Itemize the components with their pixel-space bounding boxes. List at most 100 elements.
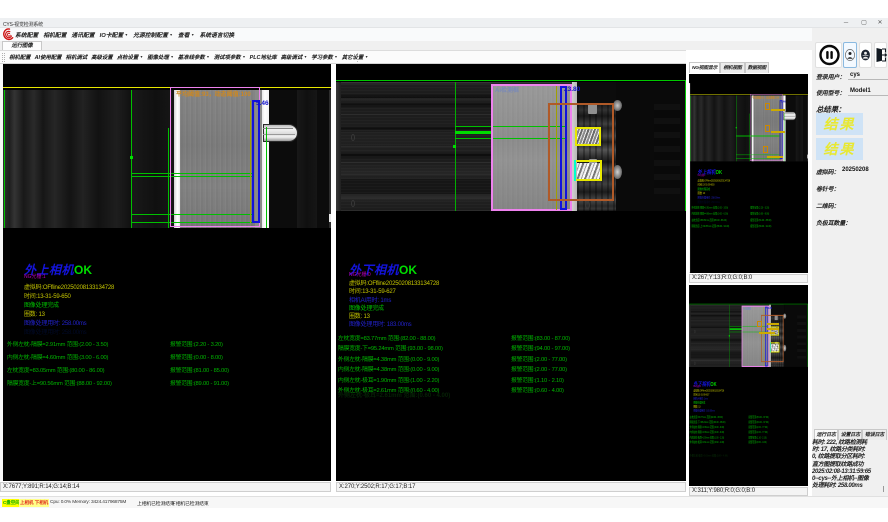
ng-annotation-mark (771, 131, 785, 133)
camera-panel-lower[interactable]: AI检测框 23.80 外下相机OK NG光栅:0 虚拟码:OFfline202… (336, 64, 686, 481)
status-xy-thumb-upper: X:267;Y:13;R:0;G:0;B:0 (689, 274, 808, 283)
alarm-range-text: 报警范围:(89.00 - 91.00) (750, 224, 771, 228)
thumb-tab-2[interactable]: 相机视图 (720, 62, 744, 73)
menu-item-4[interactable]: IO卡配置▼ (100, 30, 128, 39)
dropdown-arrow-icon: ▼ (365, 55, 368, 59)
alarm-range-text: 报警范围:(1.10 - 2.10) (749, 435, 767, 439)
measurement-text: 隔膜宽度-上=90.56mm 范围:(88.00 - 92.00) (7, 378, 112, 387)
toolbar-item-8[interactable]: 测试项参数▼ (214, 53, 246, 61)
ng-annotation-mark (765, 125, 770, 132)
toolbar-item-6[interactable]: 图像处理▼ (147, 53, 174, 61)
measurement-text: 内侧左枕-隔膜=4.38mm 范围:(0.00 - 9.00) (338, 364, 439, 373)
dropdown-arrow-icon: ▼ (125, 33, 128, 37)
toolbar-item-3[interactable]: 相机调试 (66, 53, 88, 61)
result-box-lower: 结果 (816, 138, 863, 160)
status-xy-lower: X:270;Y:2502;R:17;G:17;B:17 (336, 482, 686, 492)
measurement-text: 内侧左枕-隔膜=4.38mm 范围:(0.00 - 9.00) (690, 430, 724, 434)
toolbar-item-2[interactable]: AI使用配置 (35, 53, 62, 61)
roi-blue-box (252, 100, 260, 223)
toolbar-item-5[interactable]: 点检设置▼ (117, 53, 144, 61)
alarm-range-text: 报警范围:(0.60 - 4.00) (749, 440, 767, 444)
camera-panel-upper[interactable]: 平均阈值:93，动态阈值:100 5.46 外上相机OK NG光栅:1 虚拟码:… (0, 64, 331, 481)
dropdown-arrow-icon: ▼ (242, 55, 245, 59)
toolbar-item-9[interactable]: PLC地址库 (250, 53, 277, 61)
log-line-4: 直方图提取纹路成功 (812, 462, 888, 469)
info-line-3: 图像处理完成 (24, 300, 114, 309)
measurement-text: 外侧左枕-隔膜=4.38mm 范围:(0.00 - 9.00) (690, 425, 724, 429)
ai-box-label: AI检测框 (743, 306, 751, 310)
log-box[interactable]: 耗时: 222, 纹路检测耗时: 17, 纹路分类耗时:0, 纹路提取分区耗时:… (812, 440, 888, 500)
login-label: 登录用户： (816, 72, 845, 81)
camera-panel-lower[interactable]: AI检测框 23.80 外下相机OK NG光栅:0 虚拟码:OFfline202… (689, 285, 808, 486)
measurement-text: 左枕宽度=83.05mm 范围:(80.00 - 86.00) (7, 365, 104, 374)
pause-button[interactable] (815, 42, 842, 68)
alarm-range-text: 报警范围:(94.00 - 97.00) (749, 420, 769, 424)
green-baseline (336, 80, 685, 81)
measurement-text: 隔膜宽度-下=95.24mm 范围:(93.00 - 98.00) (690, 420, 726, 424)
measurement-text: 内侧左枕-隔膜=4.60mm 范围:(3.00 - 6.00) (7, 352, 108, 361)
info-line-5: 图像处理用时: 258.00ms (24, 318, 114, 327)
faint-line: 外侧左枕-极耳=2.61mm 范围:(0.60 - 4.00) (338, 390, 450, 399)
user-icon (844, 43, 856, 67)
menu-item-2[interactable]: 相机配置 (43, 30, 66, 39)
toolbar-item-12[interactable]: 其它设置▼ (342, 53, 369, 61)
info-block-lower: 虚拟码:OFfline20250208133134728时间:13-31-59-… (349, 278, 439, 328)
alarm-range-text: 报警范围:(2.00 - 77.00) (511, 354, 567, 363)
measurement-text: 内侧左枕-极耳=1.90mm 范围:(1.00 - 2.20) (338, 375, 439, 384)
threshold-label: 平均阈值:93，动态阈值:100 (752, 95, 779, 99)
menu-item-1[interactable]: 系统配置 (15, 30, 38, 39)
window-title: CYS-视觉检测系统 (3, 21, 43, 28)
alarm-range-text: 报警范围:(2.00 - 77.00) (511, 364, 567, 373)
maximize-button[interactable]: ▢ (856, 18, 872, 28)
minimize-button[interactable]: ─ (838, 18, 854, 28)
log-tab-1[interactable]: 运行日志 (814, 429, 838, 440)
toolbar-item-11[interactable]: 学习参数▼ (311, 53, 338, 61)
virtual-code-label: 虚拟码： (816, 167, 839, 176)
toolbar-item-1[interactable]: 相机配置 (9, 53, 31, 61)
log-line-7: 处理耗时: 258.00ms (812, 483, 888, 490)
alarm-range-text: 报警范围:(94.00 - 97.00) (511, 343, 570, 352)
log-tab-2[interactable]: 设置日志 (838, 429, 862, 440)
ng-count-upper: NG光栅:1 (24, 273, 46, 280)
measurement-text: 内侧左枕-隔膜=4.60mm 范围:(3.00 - 6.00) (692, 211, 728, 215)
thumb-tab-1[interactable]: NG视图显示 (689, 62, 720, 73)
measurement-text: 左枕宽度=83.05mm 范围:(80.00 - 86.00) (692, 218, 727, 222)
ng-count-upper: NG光栅:1 (698, 174, 706, 177)
ng-annotation-mark (767, 328, 779, 330)
log-scrollbar[interactable] (883, 486, 884, 492)
result-box-upper: 结果 (816, 113, 863, 135)
cpu-memory-text: Cpu: 0.0% Memory: 3424.41796875M (50, 500, 126, 505)
log-tab-3[interactable]: 错误日志 (862, 429, 886, 440)
info-line-4: 圈数: 13 (24, 309, 114, 318)
threshold-label: 平均阈值:93，动态阈值:100 (176, 89, 251, 98)
app-window: CYS-视觉检测系统 ─ ▢ ✕ 系统配置相机配置通讯配置IO卡配置▼光源控制配… (0, 0, 888, 522)
tab-run-image[interactable]: 运行图像 (2, 41, 42, 50)
camera-panel-upper[interactable]: 平均阈值:93，动态阈值:100 5.46 外上相机OK NG光栅:1 虚拟码:… (689, 74, 808, 273)
menu-item-6[interactable]: 查看▼ (178, 30, 195, 39)
ng-thumbnail-upper[interactable]: 平均阈值:93，动态阈值:100 5.46 外上相机OK NG光栅:1 虚拟码:… (689, 74, 808, 273)
operator-button[interactable] (859, 42, 872, 68)
menu-item-3[interactable]: 通讯配置 (71, 30, 94, 39)
toolbar-item-4[interactable]: 高级设置 (91, 53, 113, 61)
main-tabstrip: 运行图像 (0, 41, 888, 50)
info-line-2: 时间:13-31-59-650 (24, 291, 114, 300)
info-line-5: 圈数: 13 (349, 311, 439, 319)
alarm-range-text: 报警范围:(83.00 - 87.00) (511, 333, 570, 342)
close-button[interactable]: ✕ (872, 18, 888, 28)
thumb-tabs: NG视图显示相机视图数据视图 (689, 62, 769, 73)
dropdown-arrow-icon: ▼ (304, 55, 307, 59)
camera-chip: 上相机 下相机 (19, 499, 49, 507)
login-user-button[interactable] (843, 42, 857, 68)
toolbar-grip-icon (2, 53, 5, 62)
camera-photo-upper (3, 90, 331, 228)
menu-item-7[interactable]: 系统语言切换 (199, 30, 234, 39)
menu-item-5[interactable]: 光源控制配置▼ (133, 30, 173, 39)
toolbar-item-7[interactable]: 基准线参数▼ (178, 53, 210, 61)
toolbar-item-10[interactable]: 高级调试▼ (281, 53, 308, 61)
alarm-range-text: 报警范围:(2.00 - 77.00) (749, 425, 768, 429)
info-block-upper: 虚拟码:OFfline20250208133134728时间:13-31-59-… (24, 282, 114, 336)
thumb-tab-3[interactable]: 数据视图 (745, 62, 769, 73)
ng-thumbnail-lower[interactable]: AI检测框 23.80 外下相机OK NG光栅:0 虚拟码:OFfline202… (689, 285, 808, 486)
exit-button[interactable] (874, 42, 887, 68)
measurement-text: 隔膜宽度-下=95.24mm 范围:(93.00 - 98.00) (338, 343, 443, 352)
